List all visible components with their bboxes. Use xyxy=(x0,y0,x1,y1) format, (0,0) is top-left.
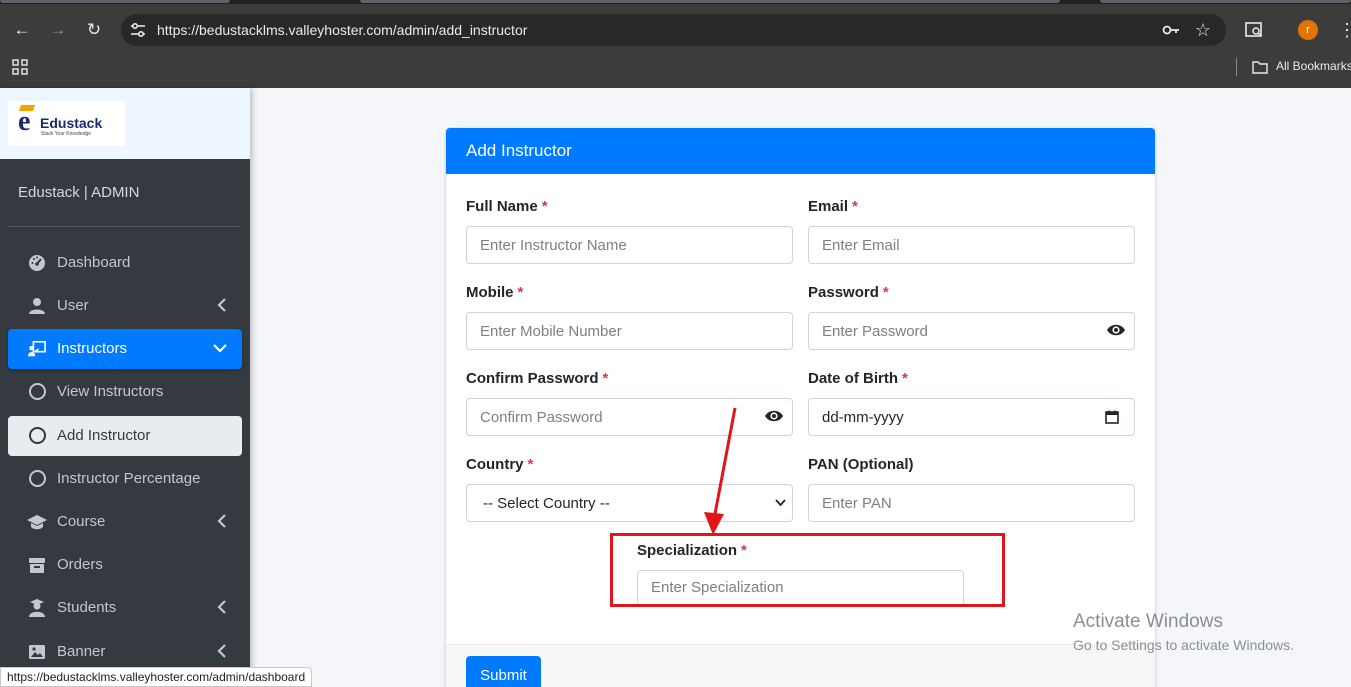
chalkboard-teacher-icon xyxy=(28,340,46,357)
dashboard-icon xyxy=(29,255,45,271)
annotation-highlight-box xyxy=(610,533,1005,607)
full-name-label: Full Name * xyxy=(466,198,548,215)
confirm-password-input[interactable] xyxy=(466,398,793,436)
submit-button[interactable]: Submit xyxy=(466,656,541,687)
forward-icon[interactable]: → xyxy=(46,18,70,42)
password-label: Password * xyxy=(808,284,889,301)
sidebar-item-user[interactable]: User xyxy=(8,286,242,326)
apps-grid-icon[interactable] xyxy=(12,59,28,75)
browser-menu-icon[interactable]: ⋮ xyxy=(1338,20,1351,40)
folder-icon[interactable] xyxy=(1252,60,1268,74)
sidebar-item-banner[interactable]: Banner xyxy=(8,632,242,672)
edustack-logo[interactable]: e Edustack Stack Your Knowledge xyxy=(8,101,125,146)
pan-input[interactable] xyxy=(808,484,1135,522)
chevron-left-icon xyxy=(217,644,226,658)
password-key-icon[interactable] xyxy=(1161,20,1181,40)
card-header: Add Instructor xyxy=(446,128,1155,174)
password-input[interactable] xyxy=(808,312,1135,350)
country-label: Country * xyxy=(466,456,534,473)
sidebar-divider xyxy=(8,226,241,227)
full-name-input[interactable] xyxy=(466,226,793,264)
sidebar-item-course[interactable]: Course xyxy=(8,502,242,542)
sidebar-item-instructors[interactable]: Instructors xyxy=(8,329,242,369)
sidebar-item-students[interactable]: Students xyxy=(8,588,242,628)
bookmark-star-icon[interactable]: ☆ xyxy=(1193,20,1213,40)
confirm-password-label: Confirm Password * xyxy=(466,370,609,387)
circle-icon xyxy=(29,427,46,444)
user-icon xyxy=(29,298,45,314)
sidebar-item-dashboard[interactable]: Dashboard xyxy=(8,243,242,283)
admin-title[interactable]: Edustack | ADMIN xyxy=(18,184,139,201)
chevron-left-icon xyxy=(217,514,226,528)
status-bar-url: https://bedustacklms.valleyhoster.com/ad… xyxy=(0,667,313,687)
chevron-left-icon xyxy=(217,600,226,614)
box-icon xyxy=(29,558,45,573)
tab-search-icon[interactable] xyxy=(1244,20,1264,40)
pan-label: PAN (Optional) xyxy=(808,456,914,473)
sidebar-item-view-instructors[interactable]: View Instructors xyxy=(8,372,242,412)
dob-value: dd-mm-yyyy xyxy=(822,409,904,426)
card-title: Add Instructor xyxy=(466,141,572,160)
country-select[interactable]: -- Select Country -- xyxy=(466,484,793,522)
card-footer xyxy=(446,644,1155,687)
address-bar[interactable]: https://bedustacklms.valleyhoster.com/ad… xyxy=(121,14,1226,46)
all-bookmarks-link[interactable]: All Bookmarks xyxy=(1276,59,1351,73)
country-selected-value: -- Select Country -- xyxy=(483,495,610,512)
reload-icon[interactable]: ↻ xyxy=(82,18,106,42)
tab-strip xyxy=(0,0,1351,4)
show-password-eye-icon[interactable] xyxy=(1106,322,1126,338)
sidebar-item-add-instructor[interactable]: Add Instructor xyxy=(8,416,242,456)
sidebar-item-instructor-percentage[interactable]: Instructor Percentage xyxy=(8,459,242,499)
chevron-down-icon xyxy=(213,344,227,353)
graduation-cap-icon xyxy=(27,515,47,530)
bookmarks-divider xyxy=(1236,58,1237,76)
brand-area: e Edustack Stack Your Knowledge xyxy=(0,88,250,159)
url-text: https://bedustacklms.valleyhoster.com/ad… xyxy=(157,22,528,38)
back-icon[interactable]: ← xyxy=(10,18,34,42)
sidebar-item-orders[interactable]: Orders xyxy=(8,545,242,585)
email-label: Email * xyxy=(808,198,858,215)
site-settings-icon[interactable] xyxy=(130,22,146,38)
profile-avatar[interactable]: r xyxy=(1298,20,1318,40)
chevron-down-icon xyxy=(775,499,786,507)
user-graduate-icon xyxy=(29,599,45,617)
calendar-icon[interactable] xyxy=(1105,410,1119,424)
mobile-input[interactable] xyxy=(466,312,793,350)
sidebar: e Edustack Stack Your Knowledge Edustack… xyxy=(0,88,250,687)
activate-windows-watermark: Activate Windows Go to Settings to activ… xyxy=(1073,611,1294,653)
show-confirm-password-eye-icon[interactable] xyxy=(764,408,784,424)
circle-icon xyxy=(29,383,46,400)
dob-label: Date of Birth * xyxy=(808,370,908,387)
image-icon xyxy=(29,645,45,659)
email-input[interactable] xyxy=(808,226,1135,264)
mobile-label: Mobile * xyxy=(466,284,524,301)
bookmarks-bar xyxy=(0,48,1351,88)
chevron-left-icon xyxy=(217,298,226,312)
circle-icon xyxy=(29,470,46,487)
